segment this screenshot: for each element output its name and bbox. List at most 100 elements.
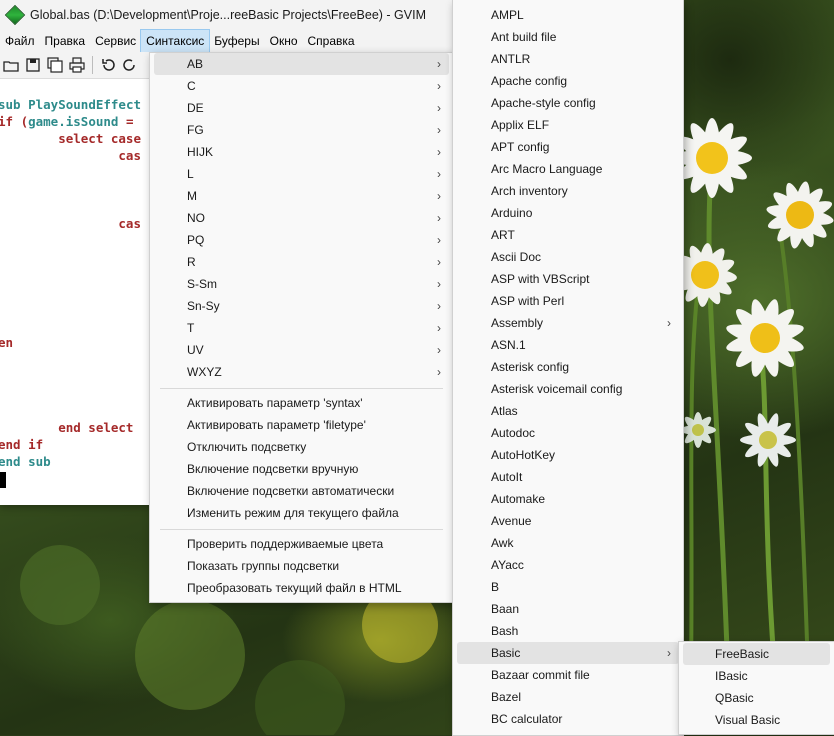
- syntax-submenu-ab[interactable]: AB ›: [154, 53, 449, 75]
- filetype-item[interactable]: Ascii Doc: [457, 246, 679, 268]
- undo-icon[interactable]: [97, 54, 119, 76]
- menu-edit[interactable]: Правка: [40, 30, 91, 52]
- text-cursor: [0, 472, 6, 488]
- syntax-menu: AB › C › DE › FG › HIJK › L › M › NO › PQ › R › S-…: [149, 52, 454, 603]
- menu-help[interactable]: Справка: [303, 30, 360, 52]
- basic-ibasic-option[interactable]: IBasic: [683, 665, 830, 687]
- syntax-submenu-no[interactable]: NO ›: [154, 207, 449, 229]
- syntax-show-groups-option[interactable]: Показать группы подсветки: [154, 555, 449, 577]
- chevron-right-icon: ›: [437, 365, 441, 379]
- syntax-manual-option[interactable]: Включение подсветки вручную: [154, 458, 449, 480]
- filetype-item[interactable]: Arc Macro Language: [457, 158, 679, 180]
- syntax-submenu-de[interactable]: DE ›: [154, 97, 449, 119]
- filetype-item[interactable]: Bash: [457, 620, 679, 642]
- filetype-item[interactable]: Automake: [457, 488, 679, 510]
- chevron-right-icon: ›: [437, 123, 441, 137]
- filetype-item[interactable]: ASP with VBScript: [457, 268, 679, 290]
- syntax-submenu-pq[interactable]: PQ ›: [154, 229, 449, 251]
- title-bar[interactable]: Global.bas (D:\Development\Proje...reeBa…: [0, 0, 460, 30]
- syntax-submenu-sn-sy[interactable]: Sn-Sy ›: [154, 295, 449, 317]
- chevron-right-icon: ›: [437, 101, 441, 115]
- syntax-automatic-option[interactable]: Включение подсветки автоматически: [154, 480, 449, 502]
- window-title: Global.bas (D:\Development\Proje...reeBa…: [30, 8, 426, 22]
- filetype-item[interactable]: Applix ELF: [457, 114, 679, 136]
- code-line: en: [0, 335, 14, 350]
- filetype-item[interactable]: Baan: [457, 598, 679, 620]
- menu-window[interactable]: Окно: [265, 30, 303, 52]
- code-line: end if: [0, 437, 44, 452]
- syntax-submenu-t[interactable]: T ›: [154, 317, 449, 339]
- filetype-item[interactable]: Asterisk config: [457, 356, 679, 378]
- syntax-submenu-r[interactable]: R ›: [154, 251, 449, 273]
- syntax-submenu-c[interactable]: C ›: [154, 75, 449, 97]
- chevron-right-icon: ›: [437, 255, 441, 269]
- filetype-item[interactable]: AMPL: [457, 4, 679, 26]
- menu-file[interactable]: Файл: [0, 30, 40, 52]
- syntax-check-colors-option[interactable]: Проверить поддерживаемые цвета: [154, 533, 449, 555]
- filetype-item[interactable]: Autodoc: [457, 422, 679, 444]
- filetype-item[interactable]: AutoIt: [457, 466, 679, 488]
- filetype-item[interactable]: Arch inventory: [457, 180, 679, 202]
- filetype-item[interactable]: Apache-style config: [457, 92, 679, 114]
- basic-submenu: FreeBasic IBasic QBasic Visual Basic: [678, 641, 834, 735]
- filetype-item[interactable]: Asterisk voicemail config: [457, 378, 679, 400]
- chevron-right-icon: ›: [437, 79, 441, 93]
- filetype-item[interactable]: Bazel: [457, 686, 679, 708]
- chevron-right-icon: ›: [437, 321, 441, 335]
- syntax-change-mode-option[interactable]: Изменить режим для текущего файла: [154, 502, 449, 524]
- syntax-submenu-l[interactable]: L ›: [154, 163, 449, 185]
- open-icon[interactable]: [0, 54, 22, 76]
- chevron-right-icon: ›: [437, 343, 441, 357]
- syntax-enable-syntax-option[interactable]: Активировать параметр 'syntax': [154, 392, 449, 414]
- code-line: end select: [0, 420, 134, 435]
- syntax-submenu-uv[interactable]: UV ›: [154, 339, 449, 361]
- syntax-convert-html-option[interactable]: Преобразовать текущий файл в HTML: [154, 577, 449, 599]
- syntax-enable-filetype-option[interactable]: Активировать параметр 'filetype': [154, 414, 449, 436]
- chevron-right-icon: ›: [437, 189, 441, 203]
- filetype-item[interactable]: AYacc: [457, 554, 679, 576]
- filetype-item[interactable]: AutoHotKey: [457, 444, 679, 466]
- chevron-right-icon: ›: [437, 277, 441, 291]
- code-line: if (game.isSound =: [0, 114, 134, 129]
- save-all-icon[interactable]: [44, 54, 66, 76]
- filetype-item[interactable]: Atlas: [457, 400, 679, 422]
- filetype-item[interactable]: ANTLR: [457, 48, 679, 70]
- basic-freebasic-option[interactable]: FreeBasic: [683, 643, 830, 665]
- vim-app-icon: [4, 4, 26, 26]
- syntax-submenu-fg[interactable]: FG ›: [154, 119, 449, 141]
- menu-divider: [160, 388, 443, 389]
- print-icon[interactable]: [66, 54, 88, 76]
- filetype-item[interactable]: Avenue: [457, 510, 679, 532]
- filetype-submenu-assembly[interactable]: Assembly ›: [457, 312, 679, 334]
- filetype-item[interactable]: Apache config: [457, 70, 679, 92]
- syntax-submenu-wxyz[interactable]: WXYZ ›: [154, 361, 449, 383]
- filetype-item[interactable]: BC calculator: [457, 708, 679, 730]
- filetype-item[interactable]: APT config: [457, 136, 679, 158]
- filetype-item[interactable]: ART: [457, 224, 679, 246]
- chevron-right-icon: ›: [667, 646, 671, 660]
- menu-divider: [160, 529, 443, 530]
- filetype-submenu-ab: AMPL Ant build file ANTLR Apache config …: [452, 0, 684, 736]
- filetype-item[interactable]: Awk: [457, 532, 679, 554]
- menu-syntax[interactable]: Синтаксис: [140, 29, 211, 53]
- syntax-submenu-s-sm[interactable]: S-Sm ›: [154, 273, 449, 295]
- basic-visual-basic-option[interactable]: Visual Basic: [683, 709, 830, 731]
- filetype-item[interactable]: Ant build file: [457, 26, 679, 48]
- menu-tools[interactable]: Сервис: [90, 30, 141, 52]
- filetype-submenu-basic[interactable]: Basic ›: [457, 642, 679, 664]
- code-line: cas: [0, 216, 141, 231]
- redo-icon[interactable]: [119, 54, 141, 76]
- filetype-item[interactable]: ASP with Perl: [457, 290, 679, 312]
- chevron-right-icon: ›: [437, 299, 441, 313]
- basic-qbasic-option[interactable]: QBasic: [683, 687, 830, 709]
- chevron-right-icon: ›: [437, 145, 441, 159]
- filetype-item[interactable]: B: [457, 576, 679, 598]
- save-icon[interactable]: [22, 54, 44, 76]
- filetype-item[interactable]: ASN.1: [457, 334, 679, 356]
- syntax-submenu-hijk[interactable]: HIJK ›: [154, 141, 449, 163]
- menu-buffers[interactable]: Буферы: [209, 30, 264, 52]
- filetype-item[interactable]: Bazaar commit file: [457, 664, 679, 686]
- syntax-off-option[interactable]: Отключить подсветку: [154, 436, 449, 458]
- syntax-submenu-m[interactable]: M ›: [154, 185, 449, 207]
- filetype-item[interactable]: Arduino: [457, 202, 679, 224]
